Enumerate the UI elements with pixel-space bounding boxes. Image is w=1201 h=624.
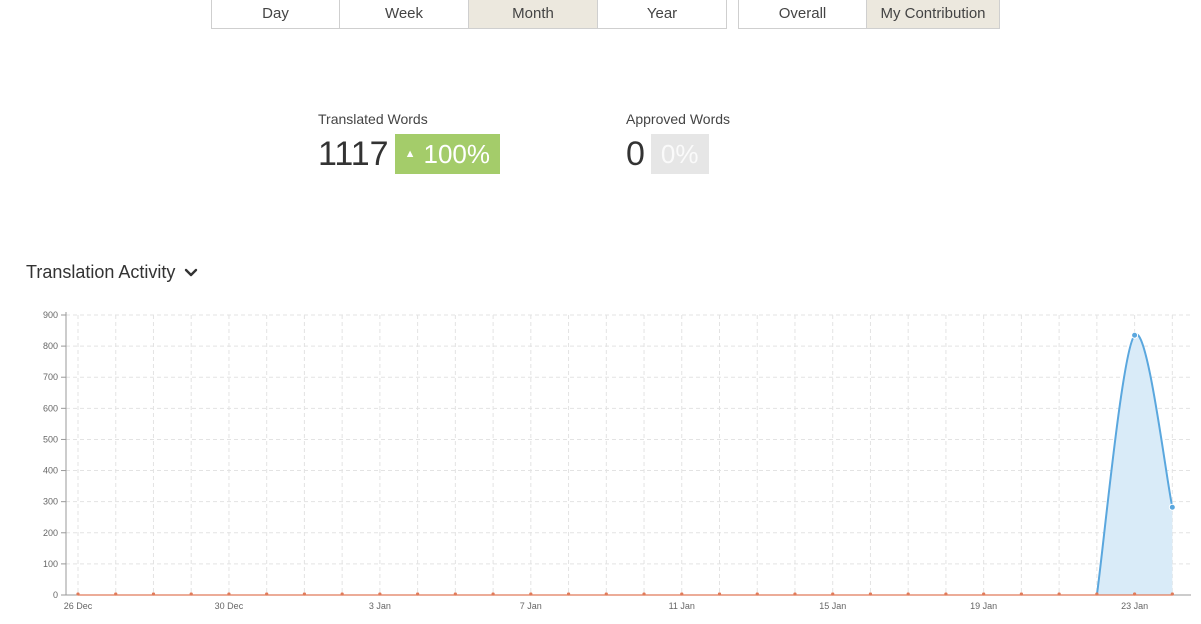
approved-change-value: 0%: [660, 138, 699, 169]
translation-activity-toggle[interactable]: Translation Activity: [26, 262, 198, 283]
baseline-point: [755, 592, 759, 596]
baseline-point: [227, 592, 231, 596]
baseline-point: [378, 592, 382, 596]
y-tick-label: 600: [43, 403, 58, 413]
translated-words-stat: Translated Words 1117 ▲ 100%: [318, 111, 500, 174]
baseline-point: [302, 592, 307, 596]
period-month-button[interactable]: Month: [469, 0, 598, 29]
x-tick-label: 30 Dec: [215, 601, 244, 611]
data-point: [1131, 331, 1139, 339]
baseline-point: [906, 592, 910, 596]
baseline-point: [416, 592, 420, 596]
x-tick-label: 15 Jan: [819, 601, 846, 611]
baseline-point: [944, 592, 948, 596]
baseline-point: [1095, 592, 1099, 596]
baseline-point: [76, 592, 80, 596]
period-week-button[interactable]: Week: [340, 0, 469, 29]
translated-words-value: 1117: [318, 135, 389, 173]
y-tick-label: 400: [43, 466, 58, 476]
baseline-point: [982, 592, 986, 596]
baseline-point: [453, 592, 457, 596]
baseline-point: [793, 592, 797, 596]
baseline-point: [680, 592, 684, 596]
baseline-point: [1019, 592, 1023, 596]
baseline-point: [151, 592, 156, 596]
series-area: [1096, 334, 1173, 595]
x-tick-label: 7 Jan: [520, 601, 542, 611]
y-tick-label: 200: [43, 528, 58, 538]
scope-my-contribution-button[interactable]: My Contribution: [867, 0, 1000, 29]
x-tick-label: 26 Dec: [64, 601, 93, 611]
x-tick-label: 11 Jan: [669, 601, 695, 611]
translation-activity-title: Translation Activity: [26, 262, 176, 282]
baseline-point: [642, 592, 646, 596]
approved-change-badge: 0%: [650, 134, 709, 174]
baseline-point: [566, 592, 571, 596]
baseline-point: [265, 592, 269, 596]
baseline-point: [868, 592, 873, 596]
baseline-point: [831, 592, 835, 596]
data-point: [1168, 503, 1176, 511]
period-toggle-group: Day Week Month Year: [211, 0, 727, 29]
baseline-point: [1057, 592, 1061, 596]
chevron-down-icon: [185, 268, 198, 276]
x-tick-label: 19 Jan: [970, 601, 997, 611]
baseline-point: [1170, 592, 1174, 596]
baseline-point: [491, 592, 495, 596]
y-tick-label: 800: [43, 341, 58, 351]
baseline-point: [529, 592, 533, 596]
translated-change-badge: ▲ 100%: [394, 134, 500, 174]
baseline-point: [189, 592, 193, 596]
baseline-point: [717, 592, 722, 596]
period-day-button[interactable]: Day: [211, 0, 340, 29]
y-tick-label: 500: [43, 434, 58, 444]
y-tick-label: 900: [43, 310, 58, 320]
y-tick-label: 100: [43, 559, 58, 569]
y-tick-label: 700: [43, 372, 58, 382]
baseline-point: [604, 592, 608, 596]
arrow-up-icon: ▲: [404, 148, 416, 160]
translated-change-value: 100%: [423, 138, 490, 169]
period-year-button[interactable]: Year: [598, 0, 727, 29]
y-tick-label: 0: [53, 590, 58, 600]
baseline-point: [114, 592, 118, 596]
approved-words-value: 0: [626, 135, 645, 173]
scope-toggle-group: Overall My Contribution: [738, 0, 1000, 29]
x-tick-label: 23 Jan: [1121, 601, 1148, 611]
scope-overall-button[interactable]: Overall: [738, 0, 867, 29]
approved-words-stat: Approved Words 0 0%: [626, 111, 730, 174]
baseline-point: [340, 592, 344, 596]
translated-words-label: Translated Words: [318, 111, 428, 127]
y-tick-label: 300: [43, 497, 58, 507]
approved-words-label: Approved Words: [626, 111, 731, 127]
baseline-point: [1132, 592, 1137, 596]
translation-activity-chart: 0 100 200 300 400 500 600 700 800 900 26 Dec 30 Dec…: [43, 310, 1191, 611]
x-tick-label: 3 Jan: [369, 601, 391, 611]
